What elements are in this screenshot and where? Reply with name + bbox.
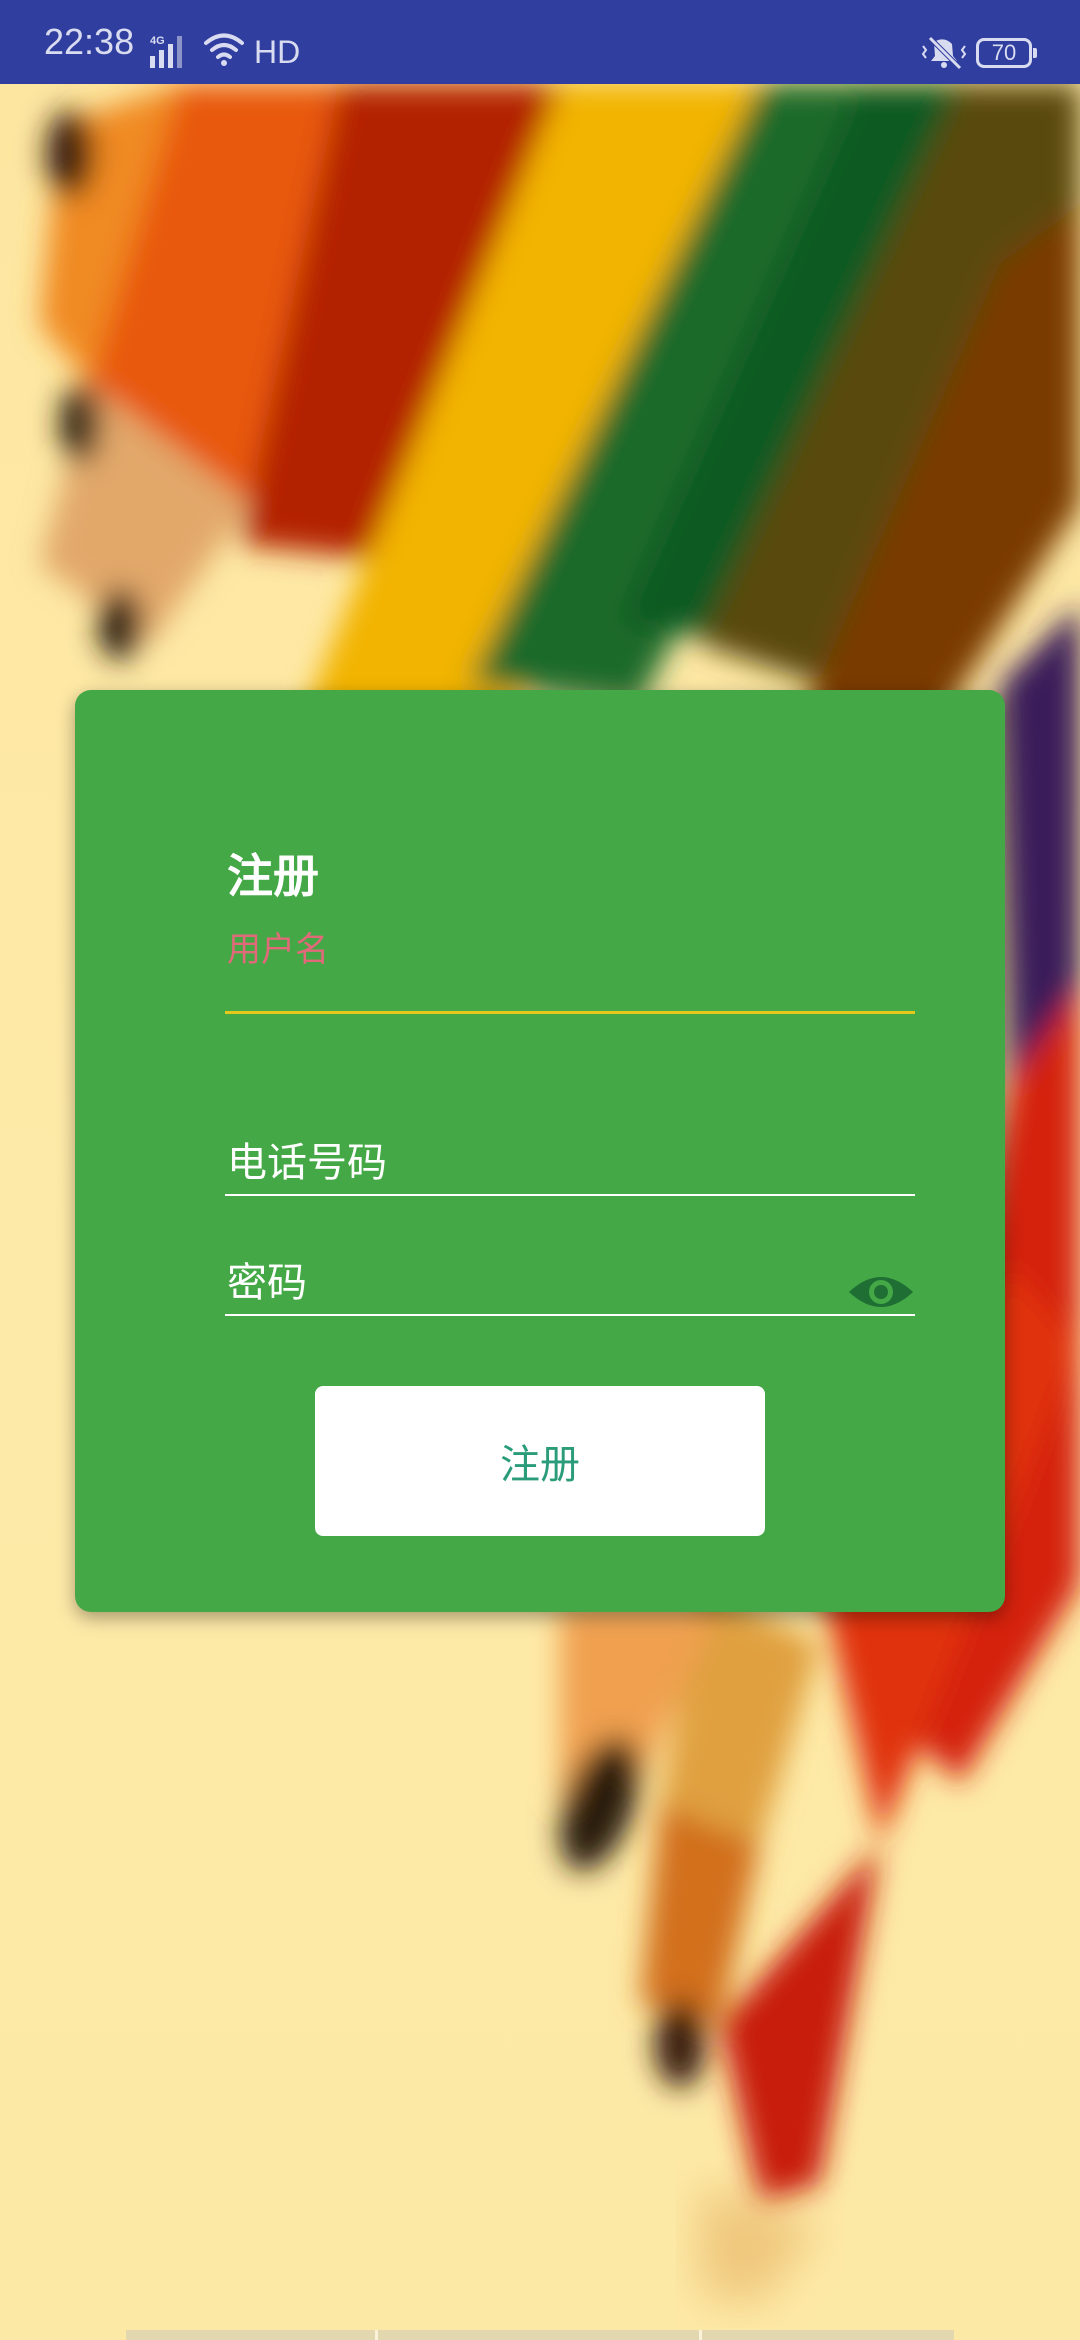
network-type-label: HD bbox=[254, 34, 301, 70]
register-button[interactable]: 注册 bbox=[315, 1386, 765, 1536]
status-bar: 22:38 4G HD 70 bbox=[0, 0, 1080, 84]
eye-icon[interactable] bbox=[847, 1268, 915, 1316]
username-label: 用户名 bbox=[227, 930, 329, 970]
bottom-nav-segment bbox=[702, 2330, 954, 2340]
battery-indicator: 70 bbox=[976, 38, 1037, 68]
svg-text:4G: 4G bbox=[150, 35, 165, 47]
signal-4g-icon: 4G bbox=[148, 34, 192, 70]
phone-input[interactable] bbox=[227, 1138, 827, 1188]
register-card: 注册 用户名 注册 bbox=[75, 690, 1005, 1612]
password-field[interactable] bbox=[225, 1230, 915, 1316]
status-time: 22:38 bbox=[44, 21, 135, 62]
wifi-icon bbox=[204, 32, 244, 66]
bottom-nav-strip bbox=[126, 2330, 954, 2340]
phone-field[interactable] bbox=[225, 1110, 915, 1196]
bottom-nav-segment bbox=[126, 2330, 378, 2340]
password-input[interactable] bbox=[227, 1258, 827, 1308]
vibrate-mute-icon bbox=[920, 34, 968, 70]
bottom-nav-segment bbox=[378, 2330, 702, 2340]
card-title: 注册 bbox=[227, 849, 319, 903]
